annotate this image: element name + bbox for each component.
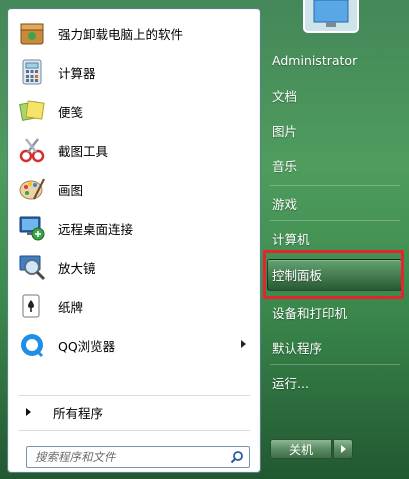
- default-programs-label: 默认程序: [272, 340, 323, 356]
- program-item-snipping-tool[interactable]: 截图工具: [12, 132, 256, 168]
- user-name-link[interactable]: Administrator: [265, 46, 403, 74]
- remote-desktop-icon: [16, 212, 48, 244]
- program-label: 强力卸载电脑上的软件: [58, 26, 184, 42]
- user-name-label: Administrator: [272, 52, 358, 68]
- triangle-right-icon: [340, 445, 346, 453]
- annotation-red-box: [263, 250, 404, 299]
- all-programs-button[interactable]: 所有程序: [12, 399, 256, 425]
- program-label: 计算器: [58, 65, 96, 81]
- documents-link[interactable]: 文档: [265, 81, 403, 109]
- program-label: QQ浏览器: [58, 338, 116, 354]
- search-icon[interactable]: [230, 450, 244, 467]
- search-box[interactable]: [26, 446, 250, 468]
- snipping-tool-icon: [16, 134, 48, 166]
- divider: [270, 185, 400, 186]
- divider: [270, 364, 400, 365]
- calculator-icon: [16, 56, 48, 88]
- magnifier-icon: [16, 251, 48, 283]
- documents-label: 文档: [272, 88, 298, 104]
- program-item-sticky-notes[interactable]: 便笺: [12, 93, 256, 129]
- music-link[interactable]: 音乐: [265, 151, 403, 179]
- program-label: 便笺: [58, 104, 84, 120]
- qq-browser-icon: [16, 329, 48, 361]
- pictures-link[interactable]: 图片: [265, 116, 403, 144]
- solitaire-cards-icon: [16, 290, 48, 322]
- program-item-qq-browser[interactable]: QQ浏览器: [12, 327, 256, 363]
- program-item-remote-desktop[interactable]: 远程桌面连接: [12, 210, 256, 246]
- program-label: 截图工具: [58, 143, 109, 159]
- program-label: 纸牌: [58, 299, 84, 315]
- all-programs-label: 所有程序: [53, 405, 104, 421]
- divider: [18, 430, 250, 431]
- default-programs-link[interactable]: 默认程序: [265, 333, 403, 361]
- computer-label: 计算机: [272, 231, 310, 247]
- program-item-uninstaller[interactable]: 强力卸载电脑上的软件: [12, 15, 256, 51]
- run-label: 运行...: [272, 375, 309, 391]
- program-label: 远程桌面连接: [58, 221, 134, 237]
- shutdown-label: 关机: [288, 442, 313, 457]
- devices-printers-label: 设备和打印机: [272, 305, 348, 321]
- program-item-magnifier[interactable]: 放大镜: [12, 249, 256, 285]
- program-item-solitaire[interactable]: 纸牌: [12, 288, 256, 324]
- music-label: 音乐: [272, 158, 298, 174]
- games-label: 游戏: [272, 196, 298, 212]
- program-item-paint[interactable]: 画图: [12, 171, 256, 207]
- programs-pane: 强力卸载电脑上的软件 计算器 便笺 截图工具 画图 远程桌面连接 放大镜 纸牌 …: [7, 8, 261, 473]
- user-picture[interactable]: [302, 0, 360, 34]
- shutdown-options-button[interactable]: [333, 439, 353, 459]
- shutdown-button[interactable]: 关机: [270, 439, 332, 459]
- program-label: 画图: [58, 182, 84, 198]
- paint-palette-icon: [16, 173, 48, 205]
- run-link[interactable]: 运行...: [265, 368, 403, 396]
- search-input[interactable]: [33, 449, 227, 465]
- chevron-right-icon[interactable]: [241, 340, 246, 348]
- divider: [270, 220, 400, 221]
- pictures-label: 图片: [272, 123, 298, 139]
- program-item-calculator[interactable]: 计算器: [12, 54, 256, 90]
- computer-link[interactable]: 计算机: [265, 224, 403, 252]
- uninstall-box-icon: [16, 17, 48, 49]
- divider: [18, 395, 250, 396]
- sticky-notes-icon: [16, 95, 48, 127]
- devices-printers-link[interactable]: 设备和打印机: [265, 298, 403, 326]
- games-link[interactable]: 游戏: [265, 189, 403, 217]
- triangle-right-icon: [26, 408, 31, 416]
- program-label: 放大镜: [58, 260, 96, 276]
